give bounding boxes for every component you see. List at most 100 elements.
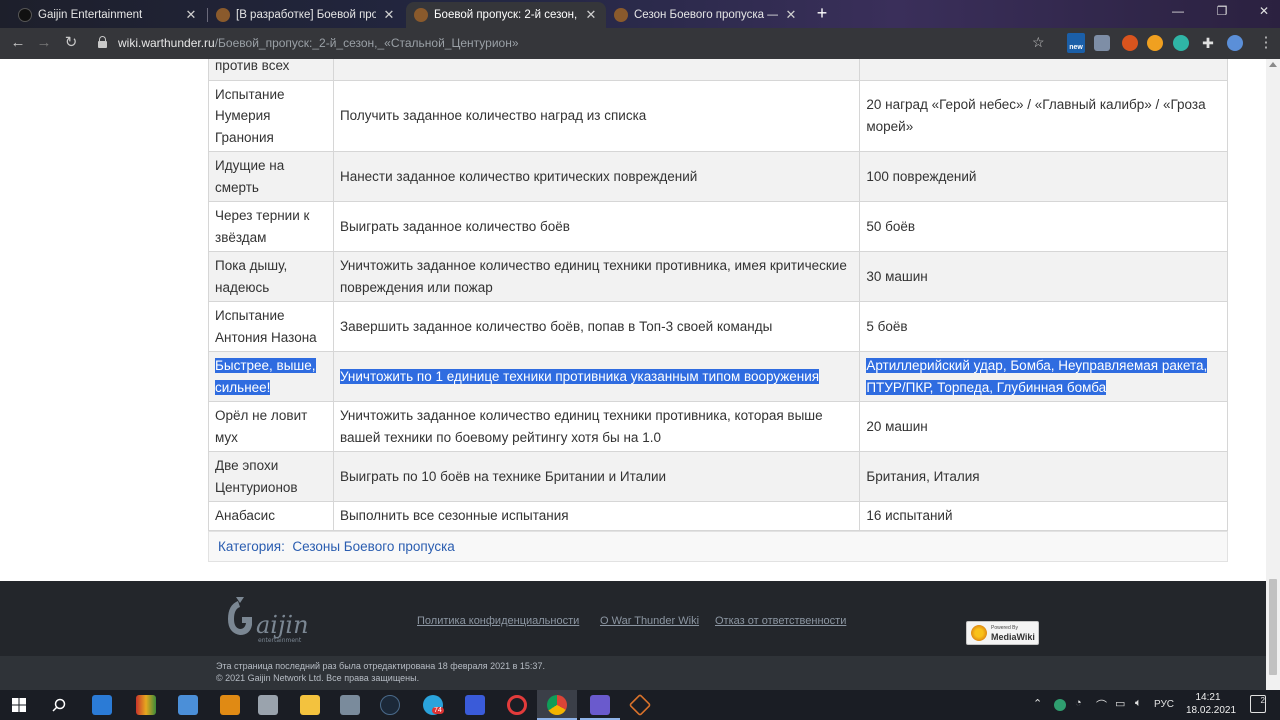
challenge-task-cell: Выполнить все сезонные испытания <box>332 501 861 531</box>
windows-start-icon[interactable] <box>12 698 26 712</box>
close-tab-icon[interactable]: ✕ <box>382 7 396 23</box>
game-icon[interactable] <box>590 695 610 715</box>
svg-text:aijin: aijin <box>256 611 309 639</box>
challenge-name-cell: Две эпохи Центурионов <box>208 451 334 502</box>
extension-vpn-icon[interactable] <box>1173 35 1189 51</box>
cell-text: Уничтожить по 1 единице техники противни… <box>339 368 820 384</box>
tab-title: [В разработке] Боевой пропуск <box>236 9 376 21</box>
cell-text: Нанести заданное количество критических … <box>339 168 698 184</box>
browser-tab-strip: Gaijin Entertainment ✕ [В разработке] Бо… <box>0 0 1280 28</box>
devices-icon[interactable] <box>258 695 278 715</box>
opera-icon[interactable] <box>507 695 527 715</box>
steam-icon[interactable] <box>380 695 400 715</box>
cell-text: Артиллерийский удар, Бомба, Неуправляема… <box>866 358 1208 395</box>
extension-fox-icon[interactable] <box>1122 35 1138 51</box>
notifications-icon[interactable]: 2 <box>1250 695 1266 713</box>
challenge-name-cell: Пока дышу, надеюсь <box>208 251 334 302</box>
close-tab-icon[interactable]: ✕ <box>184 7 198 23</box>
extension-play-icon[interactable] <box>1147 35 1163 51</box>
cell-text: Выиграть заданное количество боёв <box>339 218 570 234</box>
cell-text: Выиграть по 10 боёв на технике Британии … <box>339 468 667 484</box>
mail-icon[interactable] <box>92 695 112 715</box>
chrome-icon[interactable] <box>547 695 567 715</box>
cell-text: Уничтожить заданное количество единиц те… <box>339 408 823 445</box>
challenge-name-cell: Испытание Нумерия Гранония <box>208 79 334 152</box>
challenge-task-cell: Уничтожить по 1 единице техники противни… <box>332 351 861 402</box>
challenge-goal-cell: 30 машин <box>859 251 1228 302</box>
challenge-name-cell: Анабасис <box>208 501 334 531</box>
gaijin-favicon-icon <box>18 8 32 22</box>
file-explorer-icon[interactable] <box>300 695 320 715</box>
tab-battle-pass-season-2[interactable]: Боевой пропуск: 2-й сезон, «Ста ✕ <box>406 2 606 28</box>
minimize-icon[interactable]: — <box>1158 4 1198 18</box>
back-arrow-icon[interactable]: ← <box>8 34 28 52</box>
tab-season-battle-pass[interactable]: Сезон Боевого пропуска — War ✕ <box>606 2 806 28</box>
table-row: Анабасис Выполнить все сезонные испытания… <box>208 501 1228 531</box>
cell-text: 30 машин <box>866 268 928 284</box>
challenge-goal-cell: 5 боёв <box>859 301 1228 352</box>
language-indicator[interactable]: РУС <box>1154 699 1174 710</box>
table-row: Испытание Нумерия Гранония Получить задан… <box>208 79 1228 152</box>
cell-text: 20 наград «Герой небес» / «Главный калиб… <box>866 97 1206 134</box>
table-row: против всех <box>208 59 1228 81</box>
tab-title: Боевой пропуск: 2-й сезон, «Ста <box>434 9 578 21</box>
tab-battle-pass-dev[interactable]: [В разработке] Боевой пропуск ✕ <box>208 2 404 28</box>
challenge-task-cell: Выиграть заданное количество боёв <box>332 201 861 252</box>
cell-text: Британия, Италия <box>866 468 980 484</box>
tray-sync-icon[interactable]: ◔ <box>1075 697 1082 709</box>
profile-avatar[interactable] <box>1227 35 1243 51</box>
extensions-puzzle-icon[interactable]: ✚ <box>1200 35 1216 51</box>
menu-kebab-icon[interactable]: ⋮ <box>1256 34 1276 52</box>
challenge-task-cell: Уничтожить заданное количество единиц те… <box>332 251 861 302</box>
extension-shield-icon[interactable] <box>1094 35 1110 51</box>
table-row: Идущие на смерть Нанести заданное количес… <box>208 151 1228 202</box>
extension-new-icon[interactable]: new <box>1067 33 1085 53</box>
remote-desktop-icon[interactable] <box>465 695 485 715</box>
category-link[interactable]: Сезоны Боевого пропуска <box>292 539 454 554</box>
mediawiki-badge[interactable]: Powered By MediaWiki <box>966 621 1039 645</box>
forward-arrow-icon[interactable]: → <box>34 34 54 52</box>
close-tab-icon[interactable]: ✕ <box>584 7 598 23</box>
tab-gaijin[interactable]: Gaijin Entertainment ✕ <box>10 2 206 28</box>
reload-icon[interactable]: ↻ <box>61 34 81 52</box>
browser-toolbar: ← → ↻ wiki.warthunder.ru/Боевой_пропуск:… <box>0 28 1280 59</box>
bookmark-star-icon[interactable]: ☆ <box>1032 34 1045 51</box>
scroll-up-arrow-icon[interactable] <box>1269 62 1277 67</box>
challenge-goal-cell <box>859 59 1228 81</box>
telegram-badge: 74 <box>432 707 444 714</box>
close-tab-icon[interactable]: ✕ <box>784 7 798 23</box>
cell-text: Получить заданное количество наград из с… <box>339 108 647 123</box>
notepad-icon[interactable] <box>340 695 360 715</box>
wifi-icon[interactable]: ⌒ <box>1096 697 1107 713</box>
tray-expand-icon[interactable]: ⌃ <box>1033 697 1042 710</box>
search-icon[interactable] <box>52 698 66 712</box>
sublime-icon[interactable] <box>220 695 240 715</box>
footer-link-privacy[interactable]: Политика конфиденциальности <box>417 615 579 627</box>
tab-title: Сезон Боевого пропуска — War <box>634 9 778 21</box>
gaijin-logo[interactable]: aijin entertainment <box>224 595 334 645</box>
app-diamond-icon[interactable] <box>628 693 652 717</box>
scrollbar-thumb[interactable] <box>1269 579 1277 675</box>
footer-bottom: Эта страница последний раз была отредакт… <box>0 656 1266 690</box>
volume-icon[interactable]: 🔈︎ <box>1135 697 1142 710</box>
challenge-task-cell: Выиграть по 10 боёв на технике Британии … <box>332 451 861 502</box>
cell-text: Быстрее, выше, сильнее! <box>215 358 316 395</box>
address-bar[interactable]: wiki.warthunder.ru/Боевой_пропуск:_2-й_с… <box>92 32 1062 55</box>
challenge-task-cell: Завершить заданное количество боёв, попа… <box>332 301 861 352</box>
table-row: Две эпохи Центурионов Выиграть по 10 боёв… <box>208 451 1228 502</box>
cell-text: 5 боёв <box>866 318 908 334</box>
cell-text: 50 боёв <box>866 218 916 234</box>
close-window-icon[interactable]: ✕ <box>1244 4 1280 18</box>
winrar-icon[interactable] <box>136 695 156 715</box>
new-tab-button[interactable]: + <box>812 4 832 24</box>
pc-icon[interactable] <box>178 695 198 715</box>
clock[interactable]: 14:21 18.02.2021 <box>1186 691 1236 717</box>
footer-link-disclaimer[interactable]: Отказ от ответственности <box>715 615 846 627</box>
footer-link-about[interactable]: О War Thunder Wiki <box>600 615 699 627</box>
cell-text: Испытание Антония Назона <box>215 308 317 345</box>
cell-text: 20 машин <box>866 418 928 434</box>
battery-icon[interactable]: ▭ <box>1115 697 1125 710</box>
maximize-icon[interactable]: ❐ <box>1202 4 1242 18</box>
tray-app-icon[interactable] <box>1054 699 1066 711</box>
challenge-name-cell: Быстрее, выше, сильнее! <box>208 351 334 402</box>
